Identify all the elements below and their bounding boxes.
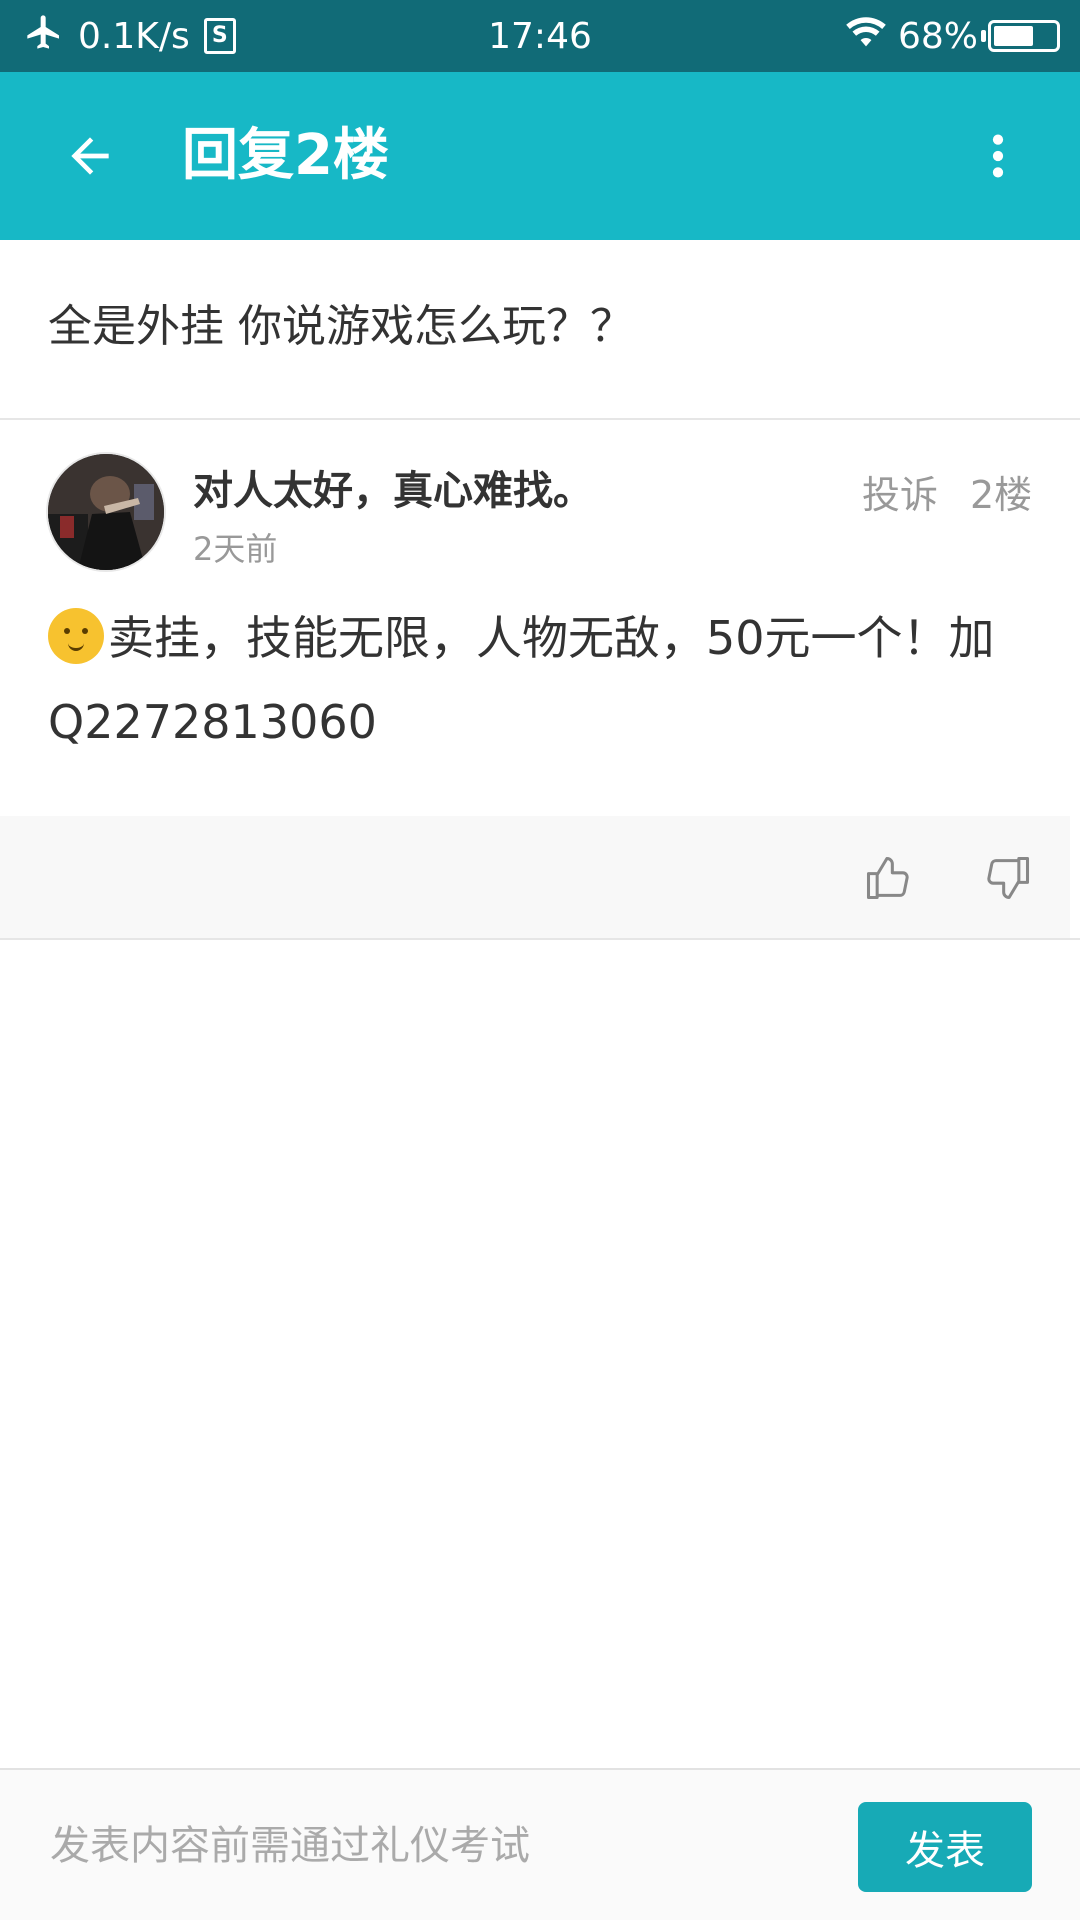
wifi-icon (844, 14, 888, 59)
status-bar: 0.1K/s S 17:46 68% (0, 0, 1080, 72)
back-button[interactable] (40, 106, 140, 206)
reply-content: 卖挂，技能无限，人物无敌，50元一个！加 Q2272813060 (48, 596, 1038, 764)
page-title: 回复2楼 (182, 123, 389, 188)
thumbs-up-icon (866, 856, 909, 900)
reply-action-bar (0, 816, 1070, 938)
floor-label: 2楼 (970, 473, 1033, 517)
comment-composer: 发表 (0, 1768, 1080, 1920)
avatar-image (48, 454, 164, 570)
comment-input[interactable] (48, 1810, 812, 1882)
arrow-left-icon (71, 137, 109, 175)
original-post-text: 全是外挂 你说游戏怎么玩？？ (48, 301, 634, 352)
smiley-face-icon (48, 608, 104, 664)
avatar[interactable] (48, 454, 164, 570)
reply-time: 2天前 (193, 530, 278, 568)
battery-fill (994, 26, 1033, 46)
reply-content-text-2: Q2272813060 (48, 695, 377, 749)
status-time: 17:46 (488, 15, 592, 57)
divider (0, 938, 1080, 940)
status-right: 68% (844, 0, 1060, 72)
battery-percent: 68% (897, 15, 978, 57)
more-options-button[interactable] (948, 106, 1048, 206)
publish-button[interactable]: 发表 (858, 1802, 1032, 1892)
dislike-button[interactable] (968, 838, 1048, 918)
reply-content-text-1: 卖挂，技能无限，人物无敌，50元一个！加 (108, 611, 995, 665)
report-button[interactable]: 投诉 (862, 464, 938, 519)
app-bar: 回复2楼 (0, 72, 1080, 240)
reply-user-name[interactable]: 对人太好，真心难找。 (193, 458, 593, 516)
divider (0, 418, 1080, 420)
reply-content-line: 卖挂，技能无限，人物无敌，50元一个！加 (48, 596, 1038, 680)
like-button[interactable] (848, 838, 928, 918)
thumbs-down-icon (987, 856, 1030, 900)
more-vertical-icon (992, 134, 1004, 178)
battery-icon (981, 20, 1060, 52)
